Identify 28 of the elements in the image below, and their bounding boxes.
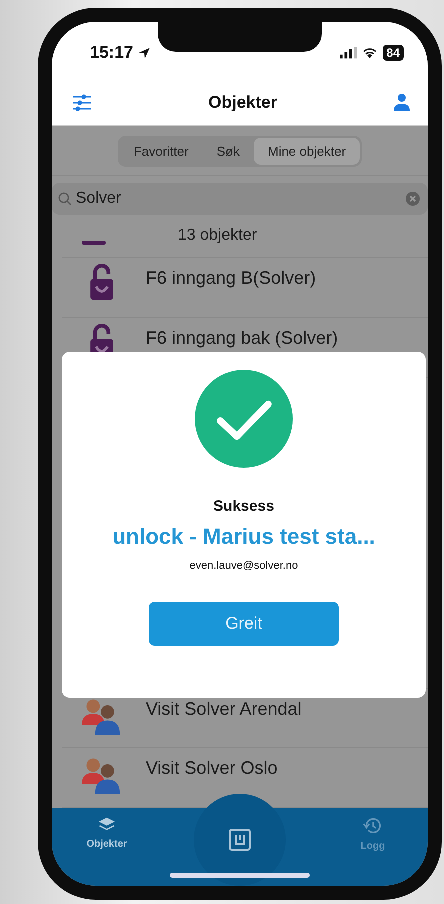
search-field[interactable]: Solver xyxy=(52,183,428,215)
dialog-message: unlock - Marius test sta... xyxy=(112,524,376,550)
item-name: F6 inngang B(Solver) xyxy=(146,268,316,289)
history-icon xyxy=(363,817,383,835)
user-email: even.lauve@solver.no xyxy=(190,560,298,572)
status-time: 15:17 xyxy=(90,43,134,63)
item-name: Visit Solver Oslo xyxy=(146,758,278,779)
signal-icon xyxy=(340,47,357,59)
segment-tab[interactable]: Søk xyxy=(202,138,254,165)
wifi-icon xyxy=(362,47,378,59)
result-count: 13 objekter xyxy=(178,227,258,245)
segment-tab[interactable]: Mine objekter xyxy=(254,138,360,165)
layers-icon xyxy=(98,817,116,833)
tab-item[interactable]: Objekter xyxy=(62,816,152,851)
segment-tab[interactable]: Favoritter xyxy=(120,138,203,165)
check-circle-icon xyxy=(195,370,293,468)
battery-indicator: 84 xyxy=(382,45,404,61)
item-name: Visit Solver Arendal xyxy=(146,699,302,720)
list-item[interactable]: F6 inngang B(Solver) xyxy=(62,258,428,318)
clear-icon[interactable] xyxy=(406,192,420,206)
location-arrow-icon xyxy=(138,46,152,60)
item-name: F6 inngang bak (Solver) xyxy=(146,328,338,349)
profile-icon[interactable] xyxy=(394,92,410,112)
nfc-tag-icon xyxy=(229,829,251,851)
filter-sliders-icon[interactable] xyxy=(72,94,92,112)
dialog-title: Suksess xyxy=(214,498,274,515)
screen-title: Objekter xyxy=(208,92,278,112)
ok-button[interactable]: Greit xyxy=(149,602,339,646)
